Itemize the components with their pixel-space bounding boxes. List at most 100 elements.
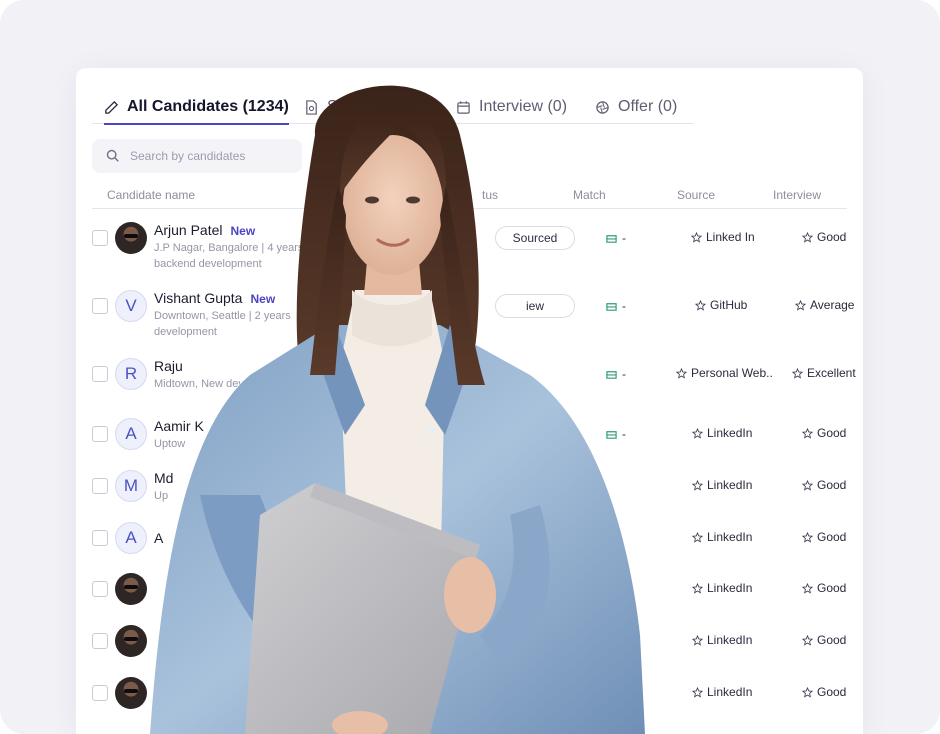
tab-offer[interactable]: Offer (0) [595, 90, 677, 124]
avatar: R [115, 358, 147, 390]
source-cell: LinkedIn [692, 478, 752, 492]
search-input[interactable] [130, 149, 290, 163]
source-cell: GitHub [695, 298, 747, 312]
table-row[interactable]: LinkedIn Good [92, 615, 863, 667]
table-row[interactable]: V Vishant Gupta New Downtown, Seattle | 2 y… [92, 280, 863, 338]
match-score: - [606, 686, 626, 700]
interview-rating: Good [802, 478, 846, 492]
star-icon [692, 531, 703, 543]
table-row[interactable]: M Md Up LinkedIn Good [92, 460, 863, 512]
source-cell: LinkedIn [692, 633, 752, 647]
tab-label: Interview (0) [479, 98, 568, 115]
candidate-meta: Downtown, Seattle | 2 years development [154, 310, 291, 338]
star-icon [792, 367, 803, 379]
match-score-icon [606, 430, 617, 439]
star-icon [802, 634, 813, 646]
star-icon [676, 367, 687, 379]
table-row[interactable]: A Aamir K Uptow - LinkedIn Good [92, 408, 863, 460]
candidate-name[interactable] [154, 633, 162, 649]
interview-rating: Average [795, 298, 854, 312]
candidate-name[interactable]: Ar [154, 677, 176, 693]
match-score-icon [606, 302, 617, 311]
row-checkbox[interactable] [92, 298, 108, 314]
row-checkbox[interactable] [92, 230, 108, 246]
star-icon [692, 582, 703, 594]
star-icon [692, 427, 703, 439]
candidate-meta: Up [154, 490, 169, 502]
status-badge[interactable]: Sourced [495, 226, 575, 250]
column-match[interactable]: Match [573, 188, 606, 202]
row-checkbox[interactable] [92, 530, 108, 546]
table-row[interactable]: Arjun Patel New J.P Nagar, Bangalore | 4 y… [92, 212, 863, 270]
row-checkbox[interactable] [92, 633, 108, 649]
star-icon [692, 479, 703, 491]
tab-all-candidates[interactable]: All Candidates (1234) [104, 90, 289, 125]
star-icon [795, 299, 806, 311]
avatar: V [115, 290, 147, 322]
candidate-meta: Uptow [154, 438, 186, 450]
table-row[interactable]: Ar Uptow - LinkedIn Good [92, 667, 863, 719]
candidate-name[interactable]: Raju [154, 358, 191, 374]
avatar [115, 222, 147, 254]
source-cell: Linked In [691, 230, 755, 244]
candidate-name[interactable]: Aamir K [154, 418, 212, 434]
row-checkbox[interactable] [92, 581, 108, 597]
new-badge: New [250, 292, 276, 306]
star-icon [802, 531, 813, 543]
tab-bar: All Candidates (1234) Sh Interview (0) O… [92, 90, 694, 125]
candidate-meta: Midtown, New development [154, 378, 290, 390]
row-checkbox[interactable] [92, 685, 108, 701]
match-score: - [606, 367, 626, 381]
candidate-name[interactable]: A [154, 530, 171, 546]
tab-interview[interactable]: Interview (0) [456, 90, 567, 124]
star-icon [802, 582, 813, 594]
column-status[interactable]: tus [482, 188, 498, 202]
column-candidate-name[interactable]: Candidate name [107, 188, 195, 202]
star-icon [692, 686, 703, 698]
candidate-name[interactable] [154, 581, 162, 597]
search-box [92, 139, 302, 173]
avatar [115, 573, 147, 605]
avatar: A [115, 418, 147, 450]
source-cell: LinkedIn [692, 685, 752, 699]
avatar [115, 677, 147, 709]
row-checkbox[interactable] [92, 426, 108, 442]
source-cell: LinkedIn [692, 426, 752, 440]
aperture-icon [596, 100, 609, 114]
source-cell: LinkedIn [692, 530, 752, 544]
match-score-icon [606, 370, 617, 379]
candidate-name[interactable]: Vishant Gupta New [154, 290, 275, 306]
table-row[interactable]: LinkedIn Good [92, 563, 863, 615]
search-icon [106, 149, 119, 162]
candidates-panel: All Candidates (1234) Sh Interview (0) O… [76, 68, 863, 734]
tab-shortlisted[interactable]: Sh [304, 90, 347, 124]
source-cell: Personal Web.. [676, 366, 773, 380]
tab-label: All Candidates (1234) [127, 98, 289, 115]
candidate-name[interactable]: Arjun Patel New [154, 222, 255, 238]
match-score: - [606, 427, 626, 441]
table-row[interactable]: R Raju Midtown, New development - Personal W… [92, 348, 863, 400]
star-icon [802, 686, 813, 698]
interview-rating: Good [802, 426, 846, 440]
candidate-meta: Uptow [154, 697, 186, 709]
status-badge[interactable]: iew [495, 294, 575, 318]
star-icon [691, 231, 702, 243]
interview-rating: Good [802, 230, 846, 244]
tab-label: Sh [327, 98, 347, 115]
interview-rating: Good [802, 633, 846, 647]
star-icon [802, 427, 813, 439]
table-header: Candidate name tus Match Source Intervie… [92, 180, 847, 209]
pencil-icon [105, 100, 119, 114]
match-score: - [606, 299, 626, 313]
candidate-name[interactable]: Md [154, 470, 181, 486]
table-row[interactable]: A A LinkedIn Good [92, 512, 863, 564]
star-icon [802, 231, 813, 243]
interview-rating: Good [802, 581, 846, 595]
row-checkbox[interactable] [92, 366, 108, 382]
row-checkbox[interactable] [92, 478, 108, 494]
avatar [115, 625, 147, 657]
column-source[interactable]: Source [677, 188, 715, 202]
match-score-icon [606, 689, 617, 698]
interview-rating: Good [802, 685, 846, 699]
column-interview[interactable]: Interview [773, 188, 821, 202]
